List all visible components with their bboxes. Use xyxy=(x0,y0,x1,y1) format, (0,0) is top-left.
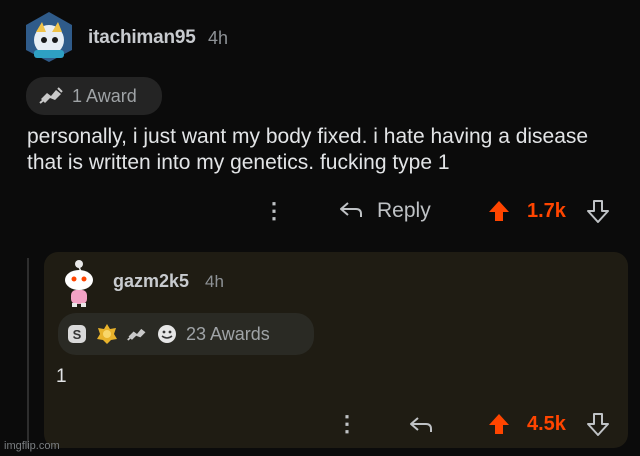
gold-award-icon xyxy=(97,324,117,344)
more-icon[interactable]: ⋮ xyxy=(263,198,285,224)
thread-line[interactable] xyxy=(27,258,29,448)
user-avatar[interactable] xyxy=(22,10,76,64)
avatar-icon xyxy=(26,12,72,62)
awards-count: 23 Awards xyxy=(186,323,270,344)
helpful-award-icon xyxy=(127,328,146,341)
svg-text:S: S xyxy=(73,327,82,342)
upvote-icon[interactable] xyxy=(487,199,511,223)
reply-icon[interactable] xyxy=(408,414,434,436)
snoo-avatar-icon xyxy=(65,260,93,307)
timestamp: 4h xyxy=(208,28,229,48)
reply-timestamp: 4h xyxy=(205,272,224,291)
downvote-icon[interactable] xyxy=(586,198,610,224)
reply-username[interactable]: gazm2k5 xyxy=(113,271,189,292)
upvote-icon[interactable] xyxy=(487,412,511,436)
username[interactable]: itachiman95 xyxy=(88,27,196,49)
downvote-icon[interactable] xyxy=(586,411,610,437)
watermark: imgflip.com xyxy=(4,440,60,452)
comment-body: personally, i just want my body fixed. i… xyxy=(27,125,589,174)
vote-score: 1.7k xyxy=(527,200,566,222)
more-icon[interactable]: ⋮ xyxy=(336,411,358,437)
reply-vote-score: 4.5k xyxy=(527,413,566,435)
reply-icon[interactable] xyxy=(338,199,364,221)
silver-award-icon: S xyxy=(68,325,86,343)
award-pill[interactable]: 1 Award xyxy=(26,77,162,115)
reply-user-avatar[interactable] xyxy=(56,258,102,308)
award-count: 1 Award xyxy=(72,85,137,106)
reply-button[interactable]: Reply xyxy=(377,199,431,223)
reply-body: 1 xyxy=(56,366,67,387)
wholesome-award-icon xyxy=(158,325,176,343)
awards-pill[interactable]: S 23 Awards xyxy=(58,313,314,355)
award-icon xyxy=(39,87,63,104)
